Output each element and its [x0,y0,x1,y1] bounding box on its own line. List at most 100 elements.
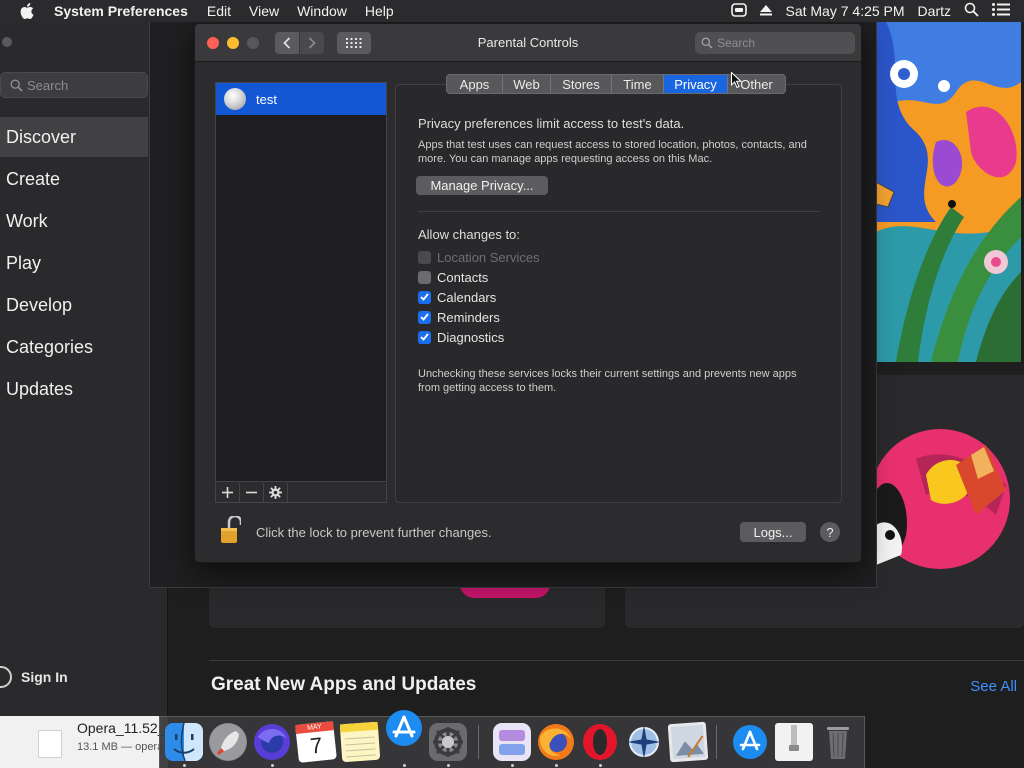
nav-develop[interactable]: Develop [0,285,148,325]
user-list-item[interactable]: test [216,83,386,115]
firefox-icon[interactable] [537,723,575,761]
download-size: 13.1 MB — opera [77,741,164,753]
menubar-user[interactable]: Dartz [918,3,951,19]
see-all-link[interactable]: See All [970,678,1017,695]
screens-icon[interactable] [493,723,531,761]
section-heading: Great New Apps and Updates [211,674,477,695]
window-menu[interactable]: Window [288,3,356,19]
menubar-clock[interactable]: Sat May 7 4:25 PM [785,3,904,19]
notification-center-icon[interactable] [992,3,1010,19]
dock: MAY 7 [159,710,865,768]
notes-icon[interactable] [339,721,381,763]
search-icon [701,37,713,49]
contacts-checkbox[interactable]: Contacts [418,268,488,286]
running-indicator [403,764,406,767]
manage-privacy-button[interactable]: Manage Privacy... [416,176,548,195]
checkbox-label: Calendars [437,289,497,305]
download-item[interactable]: Opera_11.52_ 13.1 MB — opera [0,716,168,768]
apple-menu-icon[interactable] [16,3,38,19]
edit-menu[interactable]: Edit [198,3,240,19]
app-store-downloads-icon[interactable] [731,723,769,761]
featured-artwork[interactable] [876,22,1021,362]
running-indicator [555,764,558,767]
network-radar-icon[interactable] [625,723,663,761]
checkbox-label: Reminders [437,309,500,325]
nav-discover[interactable]: Discover [0,117,148,157]
checkbox-label: Location Services [437,249,540,265]
checkbox-label: Contacts [437,269,489,285]
sign-in-button[interactable]: Sign In [0,662,160,692]
dock-separator [716,725,717,759]
panel-divider [418,211,820,212]
privacy-note: Unchecking these services locks their cu… [418,368,797,394]
app-name-menu[interactable]: System Preferences [38,3,198,19]
tab-stores[interactable]: Stores [551,75,612,93]
window-titlebar: Parental Controls Search [195,24,861,62]
user-avatar [224,88,246,110]
remove-user-button[interactable] [240,483,264,502]
view-menu[interactable]: View [240,3,288,19]
checkbox-box [418,270,431,284]
preview-icon[interactable] [667,721,709,763]
account-icon [0,666,12,688]
search-icon [10,79,23,92]
reminders-checkbox[interactable]: Reminders [418,308,500,326]
screen-mirroring-icon[interactable] [731,2,748,20]
spotlight-icon[interactable] [964,2,979,20]
nav-work[interactable]: Work [0,201,148,241]
preferences-search-placeholder: Search [717,36,756,50]
nav-updates[interactable]: Updates [0,369,148,409]
checkmark-icon [418,330,431,344]
calendar-icon[interactable]: MAY 7 [295,721,337,763]
menu-bar: System Preferences Edit View Window Help… [0,0,1024,22]
add-user-button[interactable] [216,483,240,502]
logs-button[interactable]: Logs... [740,522,806,542]
tab-privacy[interactable]: Privacy [664,75,728,93]
nav-categories[interactable]: Categories [0,327,148,367]
user-list[interactable]: test [215,82,387,482]
help-button[interactable]: ? [820,522,840,542]
running-indicator [271,764,274,767]
checkbox-label: Diagnostics [437,329,505,345]
help-menu[interactable]: Help [356,3,403,19]
launchpad-icon[interactable] [209,723,247,761]
opera-icon[interactable] [581,723,619,761]
trash-icon[interactable] [819,723,857,761]
calendar-day: 7 [308,732,324,759]
finder-icon[interactable] [165,722,203,762]
mouse-cursor-icon [731,72,742,89]
download-filename: Opera_11.52_ [77,720,166,736]
user-name: test [256,91,277,107]
running-indicator [599,764,602,767]
running-indicator [511,764,514,767]
user-actions-button[interactable] [264,483,288,502]
nav-play[interactable]: Play [0,243,148,283]
archive-icon[interactable] [775,723,813,761]
firefox-nightly-icon[interactable] [253,723,291,761]
eject-icon[interactable] [760,3,773,19]
dock-separator [478,725,479,759]
featured-artwork[interactable] [876,375,1024,605]
system-preferences-icon[interactable] [429,723,467,761]
allow-changes-label: Allow changes to: [418,227,520,242]
checkbox-box [418,250,431,264]
lock-icon[interactable] [221,514,243,544]
minus-icon [246,491,257,494]
nav-create[interactable]: Create [0,159,148,199]
location-services-checkbox[interactable]: Location Services [418,248,540,266]
tab-time[interactable]: Time [612,75,664,93]
window-control-dot[interactable] [2,37,12,47]
app-store-icon[interactable] [385,709,423,747]
app-store-sidebar: Search Discover Create Work Play Develop… [0,22,168,716]
privacy-panel: Privacy preferences limit access to test… [395,84,842,503]
diagnostics-checkbox[interactable]: Diagnostics [418,328,504,346]
running-indicator [183,764,186,767]
app-store-search-field[interactable]: Search [0,72,148,98]
tab-web[interactable]: Web [503,75,551,93]
plus-icon [222,487,233,498]
preferences-search-field[interactable]: Search [695,32,855,54]
privacy-heading: Privacy preferences limit access to test… [418,116,685,131]
tab-apps[interactable]: Apps [447,75,503,93]
sign-in-label: Sign In [21,669,68,685]
calendars-checkbox[interactable]: Calendars [418,288,496,306]
